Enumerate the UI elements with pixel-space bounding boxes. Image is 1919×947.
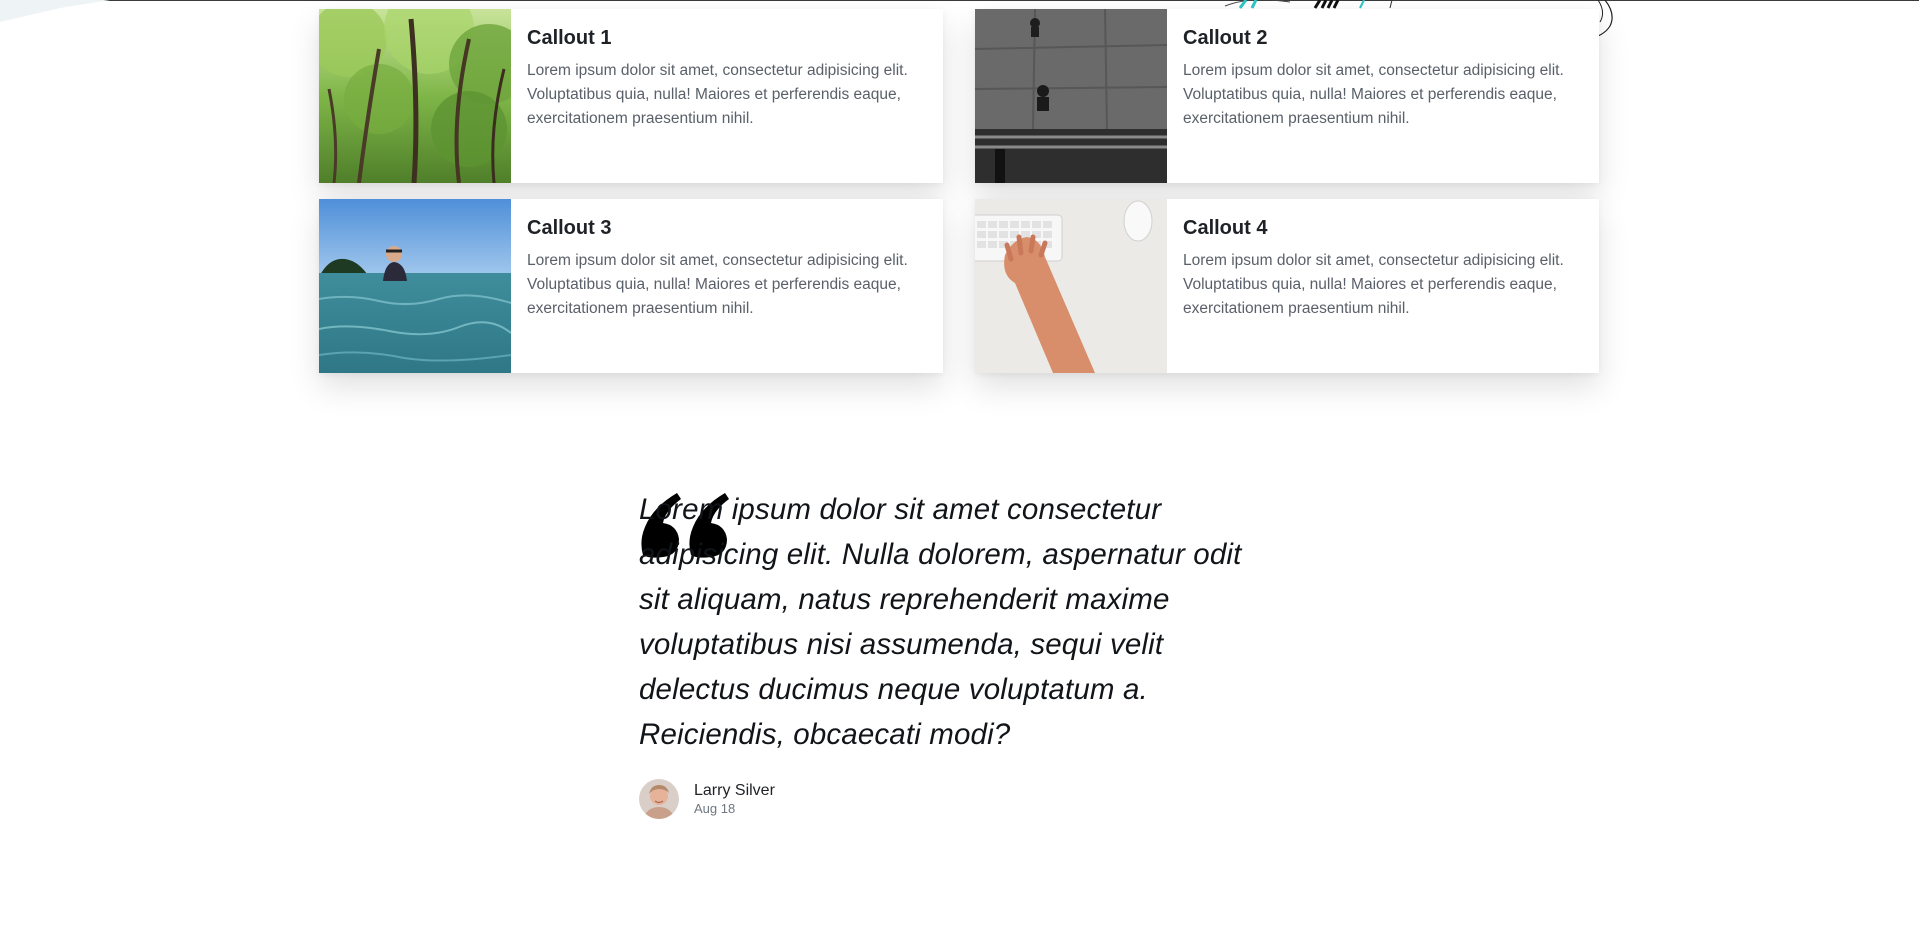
callout-card-4[interactable]: Callout 4 Lorem ipsum dolor sit amet, co… bbox=[975, 199, 1599, 373]
callout-title: Callout 1 bbox=[527, 27, 612, 49]
testimonial-author: Larry Silver Aug 18 bbox=[639, 779, 775, 819]
callout-title: Callout 4 bbox=[1183, 217, 1268, 239]
testimonial-block: Lorem ipsum dolor sit amet consectetur a… bbox=[639, 487, 1269, 757]
testimonial-quote: Lorem ipsum dolor sit amet consectetur a… bbox=[639, 493, 1242, 751]
callout-text: Lorem ipsum dolor sit amet, consectetur … bbox=[527, 62, 908, 127]
callout-image-swimmer bbox=[319, 199, 511, 373]
background-swoosh-decoration bbox=[0, 0, 110, 22]
callout-image-aerial-street bbox=[975, 9, 1167, 183]
callout-image-forest bbox=[319, 9, 511, 183]
author-name: Larry Silver bbox=[694, 782, 775, 799]
callout-title: Callout 3 bbox=[527, 217, 612, 239]
avatar bbox=[639, 779, 679, 819]
post-date: Aug 18 bbox=[694, 801, 736, 816]
callout-text: Lorem ipsum dolor sit amet, consectetur … bbox=[527, 252, 908, 317]
callout-text: Lorem ipsum dolor sit amet, consectetur … bbox=[1183, 62, 1564, 127]
callout-text: Lorem ipsum dolor sit amet, consectetur … bbox=[1183, 252, 1564, 317]
callout-card-1[interactable]: Callout 1 Lorem ipsum dolor sit amet, co… bbox=[319, 9, 943, 183]
callout-title: Callout 2 bbox=[1183, 27, 1268, 49]
top-border bbox=[0, 0, 1919, 1]
callout-card-2[interactable]: Callout 2 Lorem ipsum dolor sit amet, co… bbox=[975, 9, 1599, 183]
callout-image-keyboard bbox=[975, 199, 1167, 373]
callout-card-3[interactable]: Callout 3 Lorem ipsum dolor sit amet, co… bbox=[319, 199, 943, 373]
